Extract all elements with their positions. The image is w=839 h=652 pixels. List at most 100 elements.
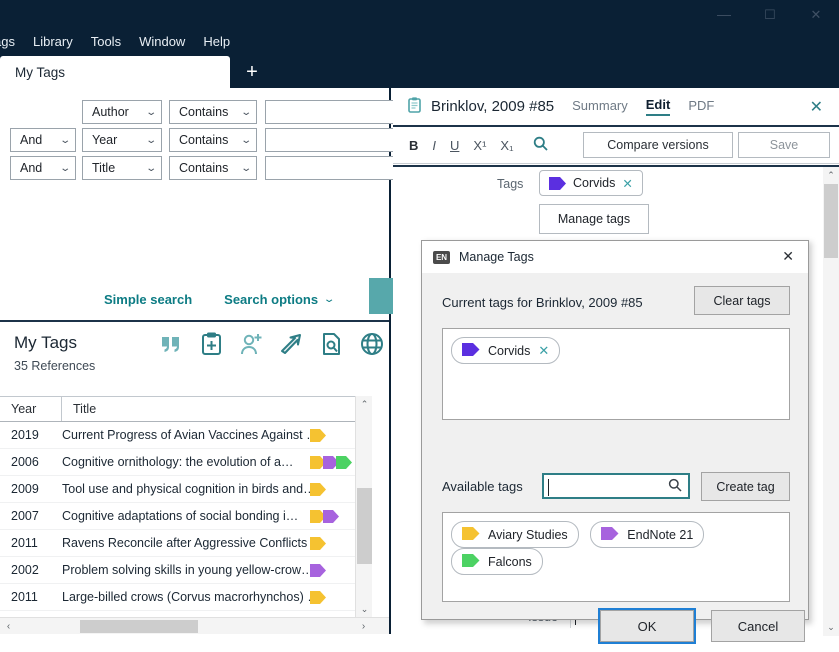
add-tab-button[interactable]: + [230,56,274,88]
available-tag-chip[interactable]: Aviary Studies [451,521,579,548]
search-value-input-2[interactable] [265,156,400,180]
cell-year: 2009 [11,482,39,496]
table-row[interactable]: 2009 Tool use and physical cognition in b… [0,476,372,503]
tab-my-tags-label: My Tags [15,64,66,80]
table-row[interactable]: 2002 Problem solving skills in young yell… [0,557,372,584]
tag-color-flag-icon [310,536,326,550]
remove-tag-icon[interactable]: ✕ [538,343,549,359]
chevron-down-icon: ⌄ [239,106,252,118]
tag-color-flag-icon [336,455,352,469]
tag-color-swatch [549,176,566,190]
scroll-up-icon[interactable]: ⌃ [356,396,373,413]
reference-rows[interactable]: 2019 Current Progress of Avian Vaccines A… [0,422,372,618]
search-field-select-2[interactable]: Title ⌄ [82,156,162,180]
export-arrow-icon[interactable] [278,329,305,359]
tab-edit[interactable]: Edit [645,97,671,116]
search-links-row: Simple search Search options ⌄ [0,284,389,314]
clear-tags-button[interactable]: Clear tags [694,286,790,315]
close-dialog-button[interactable]: ✕ [782,248,794,265]
scroll-down-icon[interactable]: ⌄ [356,601,373,618]
close-window-button[interactable]: ✕ [793,0,839,28]
tab-my-tags[interactable]: My Tags [0,56,230,88]
close-reference-button[interactable]: ✕ [810,97,823,117]
subscript-button[interactable]: X₁ [500,138,513,153]
tag-chip-corvids[interactable]: Corvids ✕ [539,170,643,196]
remove-tag-icon[interactable]: ✕ [622,176,632,191]
column-header-year[interactable]: Year [0,397,62,421]
search-bool-select-1[interactable]: And ⌄ [10,128,76,152]
horizontal-scroll-thumb[interactable] [80,620,198,633]
tab-summary[interactable]: Summary [572,98,628,115]
available-tags-list[interactable]: Aviary Studies EndNote 21 Falcons [442,512,790,602]
open-url-globe-icon[interactable] [358,329,385,359]
table-vertical-scrollbar[interactable]: ⌃ ⌄ [355,396,372,618]
save-button[interactable]: Save [738,132,830,158]
current-tags-list[interactable]: Corvids ✕ [442,328,790,420]
cell-title: Problem solving skills in young yellow-c… [62,563,310,577]
cell-year: 2002 [11,563,39,577]
search-value-input-1[interactable] [265,128,400,152]
search-value-input-0[interactable] [265,100,400,124]
find-full-text-icon[interactable] [318,329,345,359]
current-tag-label: Corvids [488,343,531,358]
run-search-button[interactable] [369,278,393,314]
manage-tags-button[interactable]: Manage tags [539,204,649,234]
menu-item-tools[interactable]: Tools [82,31,130,52]
table-row[interactable]: 2006 Cognitive ornithology: the evolution… [0,449,372,476]
current-tag-chip[interactable]: Corvids ✕ [451,337,561,364]
table-row[interactable]: 2011 Large-billed crows (Corvus macrorhyn… [0,584,372,611]
column-header-title[interactable]: Title [62,397,372,421]
ok-button[interactable]: OK [598,608,696,644]
available-tag-chip[interactable]: Falcons [451,548,543,575]
underline-button[interactable]: U [450,138,459,153]
scroll-right-icon[interactable]: › [355,618,372,635]
italic-button[interactable]: I [432,138,436,153]
available-tags-search-input[interactable] [542,473,690,499]
menu-item-help[interactable]: Help [194,31,239,52]
maximize-button[interactable]: ☐ [747,0,793,28]
menu-item-tags[interactable]: ags [0,31,24,52]
scroll-down-icon[interactable]: ⌄ [823,619,839,636]
simple-search-link[interactable]: Simple search [104,292,192,307]
scroll-up-icon[interactable]: ⌃ [823,167,839,184]
minimize-button[interactable]: — [701,0,747,28]
cancel-button[interactable]: Cancel [711,610,805,642]
cell-year: 2011 [11,590,38,604]
search-operator-select-1[interactable]: Contains ⌄ [169,128,257,152]
cell-title: Large-billed crows (Corvus macrorhynchos… [62,590,310,604]
window-controls: — ☐ ✕ [701,0,839,28]
table-row[interactable]: 2007 Cognitive adaptations of social bond… [0,503,372,530]
create-tag-button[interactable]: Create tag [701,472,790,501]
available-tag-chip[interactable]: EndNote 21 [590,521,705,548]
copy-formatted-reference-icon[interactable] [198,329,225,359]
clipboard-icon [408,96,421,117]
tab-pdf[interactable]: PDF [688,98,714,115]
menu-item-window[interactable]: Window [130,31,194,52]
vertical-scroll-thumb[interactable] [357,488,372,564]
tag-chip-label: Corvids [573,176,616,190]
table-horizontal-scrollbar[interactable]: ‹ › [0,617,389,634]
reference-form-scrollbar[interactable]: ⌃ ⌄ [823,167,839,636]
search-field-select-1[interactable]: Year ⌄ [82,128,162,152]
scroll-left-icon[interactable]: ‹ [0,618,17,635]
left-panel: Author ⌄ Contains ⌄ And ⌄ Year ⌄ Contain… [0,88,400,634]
compare-versions-button[interactable]: Compare versions [583,132,733,158]
table-row[interactable]: 2011 Ravens Reconcile after Aggressive Co… [0,530,372,557]
search-icon[interactable] [533,136,549,154]
add-user-icon[interactable] [238,329,265,359]
search-options-link[interactable]: Search options [224,292,318,307]
chevron-down-icon: ⌄ [58,134,71,146]
superscript-button[interactable]: X¹ [473,138,486,153]
search-field-select-0[interactable]: Author ⌄ [82,100,162,124]
cell-year: 2007 [11,509,39,523]
search-operator-select-2[interactable]: Contains ⌄ [169,156,257,180]
insert-citation-icon[interactable] [158,329,185,359]
bold-button[interactable]: B [409,138,418,153]
table-row[interactable]: 2019 Current Progress of Avian Vaccines A… [0,422,372,449]
menu-item-library[interactable]: Library [24,31,82,52]
title-bar: — ☐ ✕ [0,0,839,28]
search-bool-select-2[interactable]: And ⌄ [10,156,76,180]
search-operator-select-0[interactable]: Contains ⌄ [169,100,257,124]
dialog-body: Current tags for Brinklov, 2009 #85 Clea… [422,273,808,644]
vertical-scroll-thumb[interactable] [824,184,838,258]
